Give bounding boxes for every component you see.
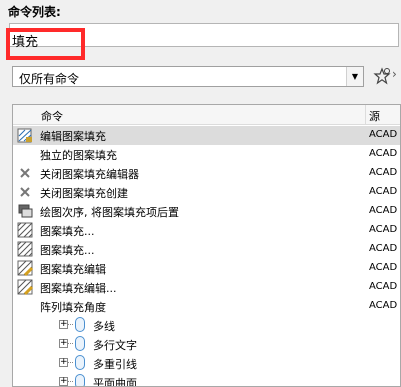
- row-label: 图案填充编辑...: [40, 282, 117, 295]
- row-source: ACAD: [369, 243, 398, 254]
- header-divider: [365, 105, 366, 125]
- table-row[interactable]: 图案填充编辑 ACAD: [13, 259, 400, 278]
- row-source: ACAD: [369, 224, 398, 235]
- row-label: 绘图次序, 将图案填充项后置: [40, 206, 179, 219]
- row-source: ACAD: [369, 205, 398, 216]
- expand-plus-icon[interactable]: +: [59, 339, 68, 348]
- table-header: 命令 源: [13, 105, 400, 125]
- tree-connector: [68, 324, 73, 325]
- row-label: 编辑图案填充: [40, 130, 106, 143]
- close-x-icon: [20, 187, 30, 197]
- row-label: 关闭图案填充创建: [40, 187, 128, 200]
- mouse-icon: [75, 374, 85, 386]
- new-command-star-icon[interactable]: [373, 67, 391, 85]
- panel-title: 命令列表:: [8, 5, 61, 19]
- mouse-icon: [75, 355, 85, 370]
- row-source: ACAD: [369, 186, 398, 197]
- hatch-edit-icon: [17, 260, 33, 276]
- expand-plus-icon[interactable]: +: [59, 320, 68, 329]
- mouse-icon: [75, 317, 85, 332]
- row-label: 图案填充...: [40, 244, 95, 257]
- tree-item[interactable]: + 多重引线: [13, 354, 400, 373]
- tree-item-label: 多线: [93, 320, 115, 333]
- row-label: 图案填充编辑: [40, 263, 106, 276]
- table-row[interactable]: 关闭图案填充创建 ACAD: [13, 183, 400, 202]
- tree-item-label: 多重引线: [93, 358, 137, 371]
- row-source: ACAD: [369, 300, 398, 311]
- row-source: ACAD: [369, 129, 398, 140]
- hatch-edit-icon: [17, 128, 32, 143]
- hatch-icon: [17, 241, 33, 257]
- command-list-table: 命令 源 编辑图案填充 ACAD 独立的图案填充 ACAD 关闭图案填充编辑器 …: [12, 104, 401, 387]
- row-label: 阵列填充角度: [40, 301, 106, 314]
- draw-order-icon: [18, 204, 33, 218]
- header-command[interactable]: 命令: [41, 108, 63, 124]
- tree-connector: [68, 362, 73, 363]
- expand-plus-icon[interactable]: +: [59, 377, 68, 386]
- row-label: 关闭图案填充编辑器: [40, 168, 139, 181]
- table-row[interactable]: 关闭图案填充编辑器 ACAD: [13, 164, 400, 183]
- row-source: ACAD: [369, 262, 398, 273]
- header-source[interactable]: 源: [369, 108, 380, 124]
- table-row[interactable]: 图案填充编辑... ACAD: [13, 278, 400, 297]
- table-row[interactable]: 绘图次序, 将图案填充项后置 ACAD: [13, 202, 400, 221]
- tree-item[interactable]: + 多行文字: [13, 335, 400, 354]
- table-row[interactable]: 编辑图案填充 ACAD: [13, 126, 400, 145]
- mouse-icon: [75, 336, 85, 351]
- filter-selected-value: 仅所有命令: [19, 72, 80, 86]
- hatch-edit-icon: [17, 279, 33, 295]
- more-options-icon[interactable]: ›: [392, 67, 397, 81]
- expand-plus-icon[interactable]: +: [59, 358, 68, 367]
- search-highlight-box: [6, 28, 85, 60]
- tree-connector: [68, 381, 73, 382]
- tree-connector: [68, 343, 73, 344]
- table-row[interactable]: 独立的图案填充 ACAD: [13, 145, 400, 164]
- chevron-down-icon[interactable]: ▼: [346, 67, 363, 86]
- command-filter-dropdown[interactable]: 仅所有命令 ▼: [12, 66, 364, 87]
- row-source: ACAD: [369, 281, 398, 292]
- table-row[interactable]: 阵列填充角度 ACAD: [13, 297, 400, 316]
- table-row[interactable]: 图案填充... ACAD: [13, 240, 400, 259]
- tree-item[interactable]: + 多线: [13, 316, 400, 335]
- tree-item-label: 平面曲面: [93, 377, 137, 387]
- row-label: 独立的图案填充: [40, 149, 117, 162]
- tree-item[interactable]: + 平面曲面: [13, 373, 400, 387]
- row-source: ACAD: [369, 148, 398, 159]
- tree-item-label: 多行文字: [93, 339, 137, 352]
- table-row[interactable]: 图案填充... ACAD: [13, 221, 400, 240]
- row-label: 图案填充...: [40, 225, 95, 238]
- close-x-icon: [20, 168, 30, 178]
- hatch-icon: [17, 222, 33, 238]
- row-source: ACAD: [369, 167, 398, 178]
